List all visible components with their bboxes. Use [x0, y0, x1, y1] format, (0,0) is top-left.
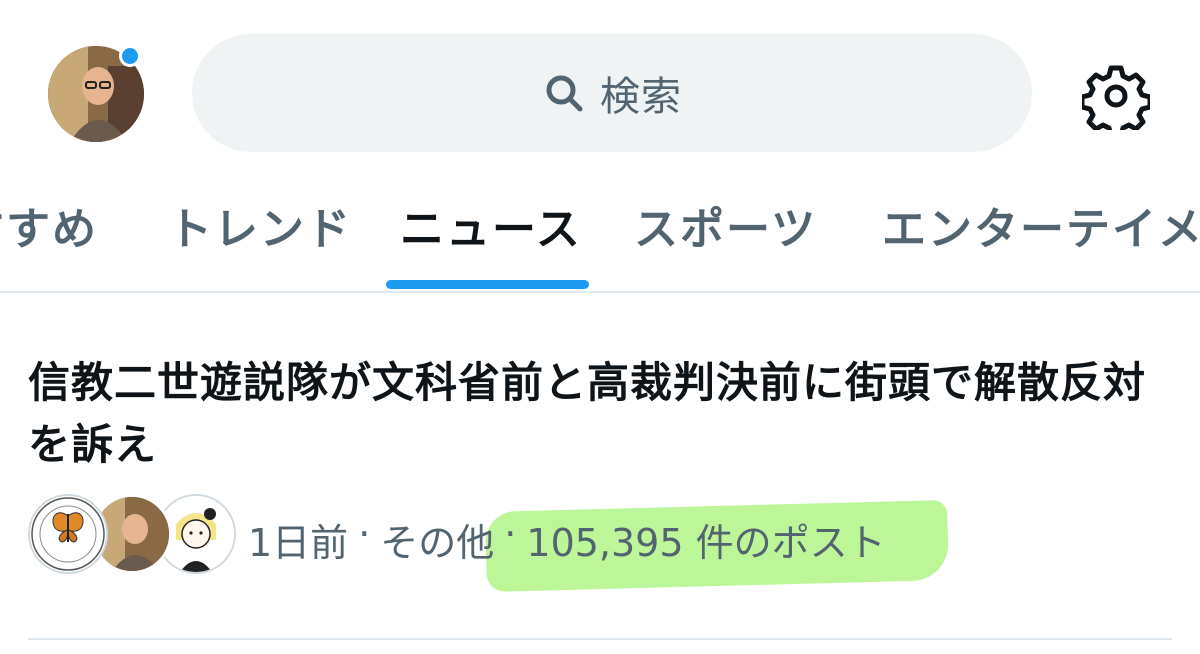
search-bar[interactable]: 検索: [192, 34, 1032, 152]
gear-icon[interactable]: [1079, 62, 1153, 139]
search-icon: [542, 71, 586, 115]
news-category: その他: [380, 521, 495, 565]
tab-sports[interactable]: スポーツ: [634, 193, 817, 257]
tab-recommended[interactable]: すすめ: [0, 193, 98, 257]
news-headline[interactable]: 信教二世遊説隊が文科省前と高裁判決前に街頭で解散反対を訴え: [28, 352, 1168, 476]
tab-news[interactable]: ニュース: [400, 193, 582, 257]
divider: [28, 638, 1172, 640]
tab-trending[interactable]: トレンド: [168, 193, 352, 257]
active-tab-indicator: [386, 280, 589, 289]
explore-page: 検索 すすめ トレンド ニュース スポーツ エンターテイメント 信教二世遊説隊が…: [0, 0, 1200, 654]
explore-tabs: すすめ トレンド ニュース スポーツ エンターテイメント: [0, 175, 1200, 293]
post-count: 105,395 件のポスト: [526, 521, 886, 565]
news-meta: 1日前 · その他 · 105,395 件のポスト: [248, 512, 886, 567]
notification-dot: [119, 45, 141, 67]
meta-separator: ·: [358, 512, 371, 556]
nabi-logo-avatar: [28, 494, 108, 574]
meta-separator: ·: [504, 512, 517, 556]
search-placeholder: 検索: [600, 74, 682, 120]
source-avatars: [28, 494, 236, 578]
news-time: 1日前: [248, 521, 349, 565]
tab-entertainment[interactable]: エンターテイメント: [882, 193, 1200, 257]
